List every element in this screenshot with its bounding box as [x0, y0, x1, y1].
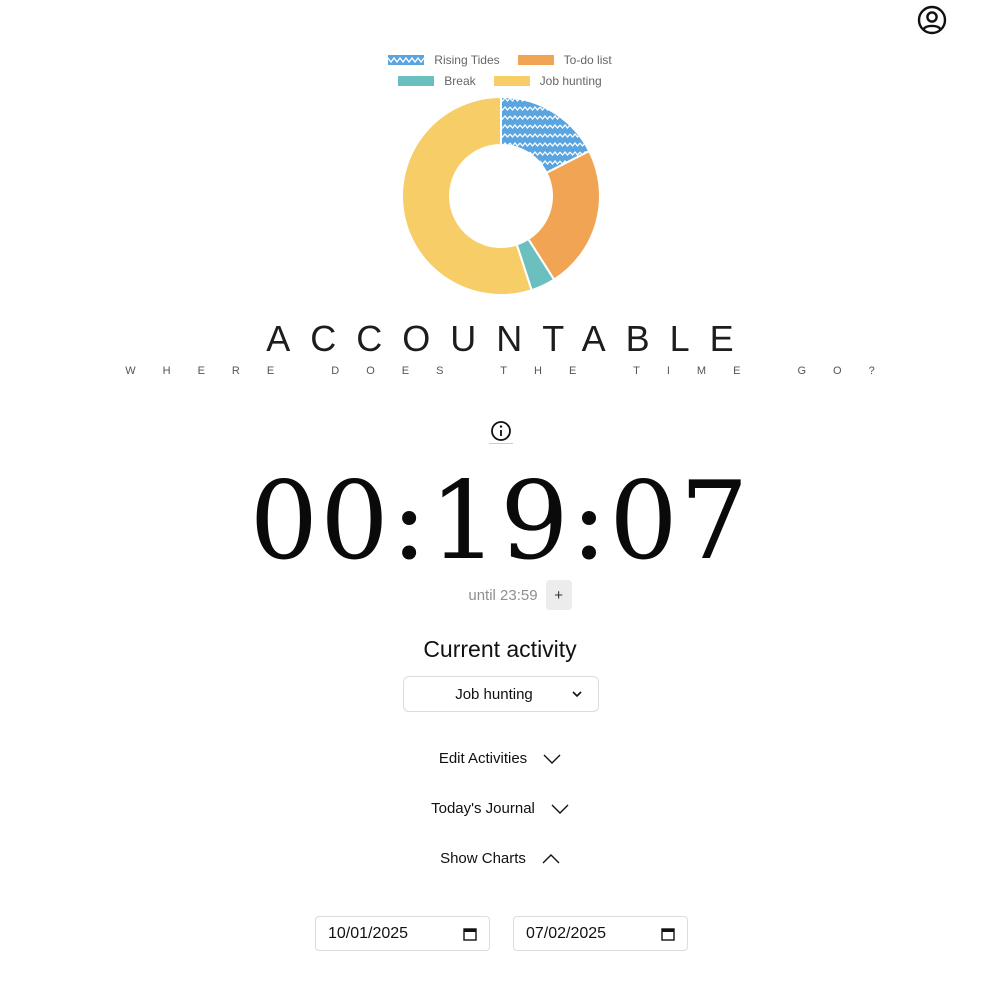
- edit-activities-toggle[interactable]: Edit Activities: [0, 750, 1000, 767]
- user-circle-icon[interactable]: [916, 4, 948, 36]
- legend-item-job-hunting[interactable]: Job hunting: [493, 73, 602, 89]
- legend-label: Job hunting: [539, 74, 602, 88]
- current-activity-value: Job hunting: [455, 685, 533, 703]
- chevron-down-icon: [572, 691, 582, 698]
- start-date-input[interactable]: 10/01/2025: [315, 916, 490, 951]
- todays-journal-label: Today's Journal: [431, 800, 535, 817]
- legend-swatch: [517, 55, 554, 65]
- legend-swatch: [388, 55, 425, 65]
- calendar-icon[interactable]: [661, 927, 675, 941]
- show-charts-label: Show Charts: [440, 850, 526, 867]
- app-title: ACCOUNTABLE: [266, 318, 754, 359]
- countdown-timer: 00:19:07: [249, 459, 751, 584]
- add-time-button[interactable]: +: [545, 580, 572, 610]
- todays-journal-toggle[interactable]: Today's Journal: [0, 800, 1000, 817]
- until-row: until 23:59 +: [0, 580, 1000, 610]
- calendar-icon[interactable]: [463, 927, 477, 941]
- activity-donut-chart: [401, 95, 601, 296]
- chevron-down-icon: [543, 754, 561, 764]
- legend-label: Rising Tides: [434, 53, 500, 67]
- chevron-up-icon: [542, 853, 560, 863]
- end-date-value: 07/02/2025: [526, 924, 607, 942]
- end-date-input[interactable]: 07/02/2025: [513, 916, 688, 951]
- until-label: until 23:59: [468, 586, 538, 604]
- current-activity-heading: Current activity: [423, 636, 577, 662]
- start-date-value: 10/01/2025: [328, 924, 409, 942]
- legend-item-rising-tides[interactable]: Rising Tides: [388, 52, 500, 68]
- app-tagline: WHERE DOES THE TIME GO?: [125, 365, 902, 377]
- legend-swatch: [493, 76, 530, 86]
- edit-activities-label: Edit Activities: [438, 750, 528, 767]
- current-activity-select[interactable]: Job hunting: [403, 676, 599, 712]
- legend-label: Break: [444, 74, 476, 88]
- legend-item-break[interactable]: Break: [398, 73, 476, 89]
- legend-label: To-do list: [563, 53, 612, 67]
- info-circle-icon[interactable]: [489, 419, 513, 444]
- chart-legend-row: Rising Tides To-do list: [0, 52, 1000, 68]
- chart-legend-row: Break Job hunting: [0, 73, 1000, 89]
- legend-swatch: [398, 76, 435, 86]
- show-charts-toggle[interactable]: Show Charts: [0, 850, 1000, 867]
- legend-item-todo[interactable]: To-do list: [517, 52, 612, 68]
- chevron-down-icon: [551, 804, 569, 814]
